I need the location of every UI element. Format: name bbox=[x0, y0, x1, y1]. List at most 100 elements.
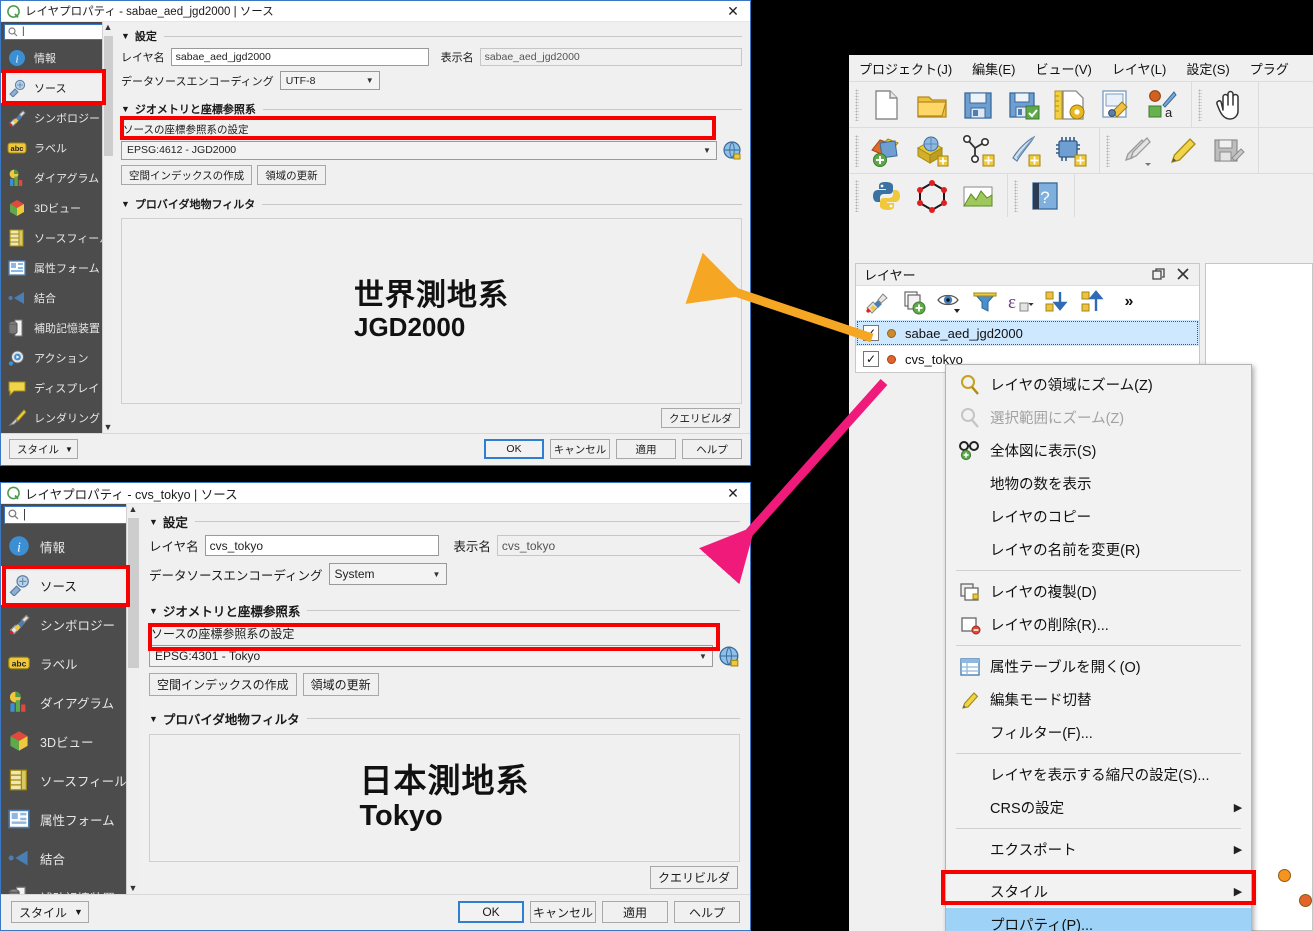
digitize-polygon-icon[interactable] bbox=[909, 175, 955, 217]
scroll-up-arrow-icon[interactable]: ▲ bbox=[104, 22, 113, 33]
filter-legend-icon[interactable] bbox=[968, 286, 1002, 318]
add-group-icon[interactable] bbox=[896, 286, 930, 318]
manage-layer-visibility-icon[interactable] bbox=[932, 286, 966, 318]
nav-item-joins[interactable]: 結合 bbox=[1, 839, 139, 878]
context-item-toggle-editing[interactable]: 編集モード切替 bbox=[946, 683, 1251, 716]
context-item-show-in-overview[interactable]: 全体図に表示(S) bbox=[946, 434, 1251, 467]
help-contents-icon[interactable]: ? bbox=[1022, 175, 1068, 217]
help-button[interactable]: ヘルプ bbox=[674, 901, 740, 923]
scroll-up-arrow-icon[interactable]: ▲ bbox=[129, 504, 138, 515]
query-builder-button[interactable]: クエリビルダ bbox=[661, 408, 740, 428]
current-edits-icon[interactable] bbox=[1114, 130, 1160, 172]
nav-search-input[interactable]: | bbox=[4, 506, 136, 524]
provider-filter-textarea[interactable]: 日本測地系 Tokyo bbox=[149, 734, 740, 862]
save-layer-edits-icon[interactable] bbox=[1206, 130, 1252, 172]
nav-item-source-fields[interactable]: ソースフィールド bbox=[1, 223, 113, 253]
apply-button[interactable]: 適用 bbox=[616, 439, 676, 459]
open-project-icon[interactable] bbox=[909, 84, 955, 126]
context-item-rename-layer[interactable]: レイヤの名前を変更(R) bbox=[946, 533, 1251, 566]
nav-item-diagrams[interactable]: ダイアグラム bbox=[1, 683, 139, 722]
create-spatial-index-button[interactable]: 空間インデックスの作成 bbox=[121, 165, 253, 185]
cancel-button[interactable]: キャンセル bbox=[530, 901, 596, 923]
overflow-icon[interactable]: » bbox=[1112, 286, 1146, 318]
nav-item-joins[interactable]: 結合 bbox=[1, 283, 113, 313]
nav-item-attribute-form[interactable]: 属性フォーム bbox=[1, 800, 139, 839]
collapse-triangle-icon[interactable]: ▼ bbox=[149, 517, 158, 527]
collapse-triangle-icon[interactable]: ▼ bbox=[121, 104, 130, 114]
menu-view[interactable]: ビュー(V) bbox=[1036, 59, 1092, 78]
scroll-down-arrow-icon[interactable]: ▼ bbox=[129, 883, 138, 894]
crs-combobox[interactable]: EPSG:4301 - Tokyo ▼ bbox=[149, 645, 713, 667]
add-mesh-layer-icon[interactable] bbox=[955, 130, 1001, 172]
nav-item-source-fields[interactable]: ソースフィールド bbox=[1, 761, 139, 800]
nav-item-actions[interactable]: アクション bbox=[1, 343, 113, 373]
menu-edit[interactable]: 編集(E) bbox=[972, 59, 1015, 78]
dialog-close-button[interactable]: ✕ bbox=[720, 1, 746, 21]
layer-item-sabae-aed-jgd2000[interactable]: ✓ sabae_aed_jgd2000 bbox=[856, 320, 1199, 346]
toolbar-grip[interactable] bbox=[855, 88, 859, 121]
crs-combobox[interactable]: EPSG:4612 - JGD2000 ▼ bbox=[121, 140, 717, 160]
context-item-export[interactable]: エクスポート ▶ bbox=[946, 833, 1251, 866]
cancel-button[interactable]: キャンセル bbox=[550, 439, 610, 459]
context-item-properties[interactable]: プロパティ(P)... bbox=[946, 908, 1251, 931]
menu-project[interactable]: プロジェクト(J) bbox=[859, 59, 952, 78]
scrollbar-thumb[interactable] bbox=[128, 518, 139, 668]
globe-crs-icon[interactable] bbox=[718, 645, 740, 667]
nav-item-auxiliary-storage[interactable]: 補助記憶装置 bbox=[1, 878, 139, 894]
expand-all-icon[interactable] bbox=[1040, 286, 1074, 318]
nav-item-source[interactable]: ソース bbox=[1, 72, 113, 103]
query-builder-button[interactable]: クエリビルダ bbox=[649, 866, 738, 889]
collapse-all-icon[interactable] bbox=[1076, 286, 1110, 318]
layer-visibility-checkbox[interactable]: ✓ bbox=[863, 351, 879, 367]
toolbar-grip[interactable] bbox=[855, 134, 859, 167]
menu-settings[interactable]: 設定(S) bbox=[1186, 59, 1229, 78]
menu-layer[interactable]: レイヤ(L) bbox=[1112, 59, 1167, 78]
nav-item-info[interactable]: i 情報 bbox=[1, 43, 113, 73]
layer-name-input[interactable]: sabae_aed_jgd2000 bbox=[170, 48, 429, 66]
style-menu-button[interactable]: スタイル ▼ bbox=[9, 439, 78, 459]
new-project-icon[interactable] bbox=[863, 84, 909, 126]
nav-item-rendering[interactable]: レンダリング bbox=[1, 403, 113, 433]
context-item-remove-layer[interactable]: レイヤの削除(R)... bbox=[946, 608, 1251, 641]
toolbar-grip[interactable] bbox=[855, 179, 859, 212]
style-manager-icon[interactable]: a bbox=[1139, 84, 1185, 126]
nav-item-3dview[interactable]: 3Dビュー bbox=[1, 193, 113, 223]
context-item-styles[interactable]: スタイル ▶ bbox=[946, 875, 1251, 908]
context-item-set-crs[interactable]: CRSの設定 ▶ bbox=[946, 791, 1251, 824]
nav-item-attribute-form[interactable]: 属性フォーム bbox=[1, 253, 113, 283]
update-extents-button[interactable]: 領域の更新 bbox=[302, 673, 379, 696]
close-icon[interactable] bbox=[1171, 264, 1195, 284]
add-postgis-layer-icon[interactable] bbox=[1047, 130, 1093, 172]
help-button[interactable]: ヘルプ bbox=[682, 439, 742, 459]
nav-item-info[interactable]: i 情報 bbox=[1, 527, 139, 566]
nav-item-symbology[interactable]: シンボロジー bbox=[1, 103, 113, 133]
create-spatial-index-button[interactable]: 空間インデックスの作成 bbox=[149, 673, 297, 696]
scroll-down-arrow-icon[interactable]: ▼ bbox=[104, 422, 113, 433]
toolbar-grip[interactable] bbox=[1014, 179, 1018, 212]
profile-tool-icon[interactable] bbox=[955, 175, 1001, 217]
python-console-icon[interactable] bbox=[863, 175, 909, 217]
encoding-combobox[interactable]: UTF-8 ▼ bbox=[279, 71, 380, 90]
layer-visibility-checkbox[interactable]: ✓ bbox=[863, 325, 879, 341]
open-data-source-manager-icon[interactable] bbox=[863, 130, 909, 172]
style-menu-button[interactable]: スタイル ▼ bbox=[11, 901, 89, 923]
save-project-icon[interactable] bbox=[955, 84, 1001, 126]
filter-legend-expression-icon[interactable]: ε bbox=[1004, 286, 1038, 318]
scrollbar-thumb[interactable] bbox=[104, 36, 113, 156]
context-item-zoom-to-layer[interactable]: レイヤの領域にズーム(Z) bbox=[946, 368, 1251, 401]
encoding-combobox[interactable]: System ▼ bbox=[328, 563, 447, 585]
collapse-triangle-icon[interactable]: ▼ bbox=[149, 714, 158, 724]
undock-icon[interactable] bbox=[1147, 264, 1171, 284]
collapse-triangle-icon[interactable]: ▼ bbox=[121, 199, 130, 209]
open-layer-styling-panel-icon[interactable] bbox=[860, 286, 894, 318]
nav-item-labels[interactable]: abc ラベル bbox=[1, 644, 139, 683]
nav-scrollbar[interactable]: ▲ ▼ bbox=[102, 22, 113, 433]
globe-crs-icon[interactable] bbox=[722, 140, 742, 160]
dialog-close-button[interactable]: ✕ bbox=[720, 483, 746, 503]
menu-plugins[interactable]: プラグ bbox=[1250, 59, 1289, 78]
apply-button[interactable]: 適用 bbox=[602, 901, 668, 923]
nav-item-display[interactable]: ディスプレイ bbox=[1, 373, 113, 403]
layer-name-input[interactable]: cvs_tokyo bbox=[204, 535, 440, 556]
collapse-triangle-icon[interactable]: ▼ bbox=[149, 606, 158, 616]
nav-scrollbar[interactable]: ▲ ▼ bbox=[126, 504, 139, 894]
